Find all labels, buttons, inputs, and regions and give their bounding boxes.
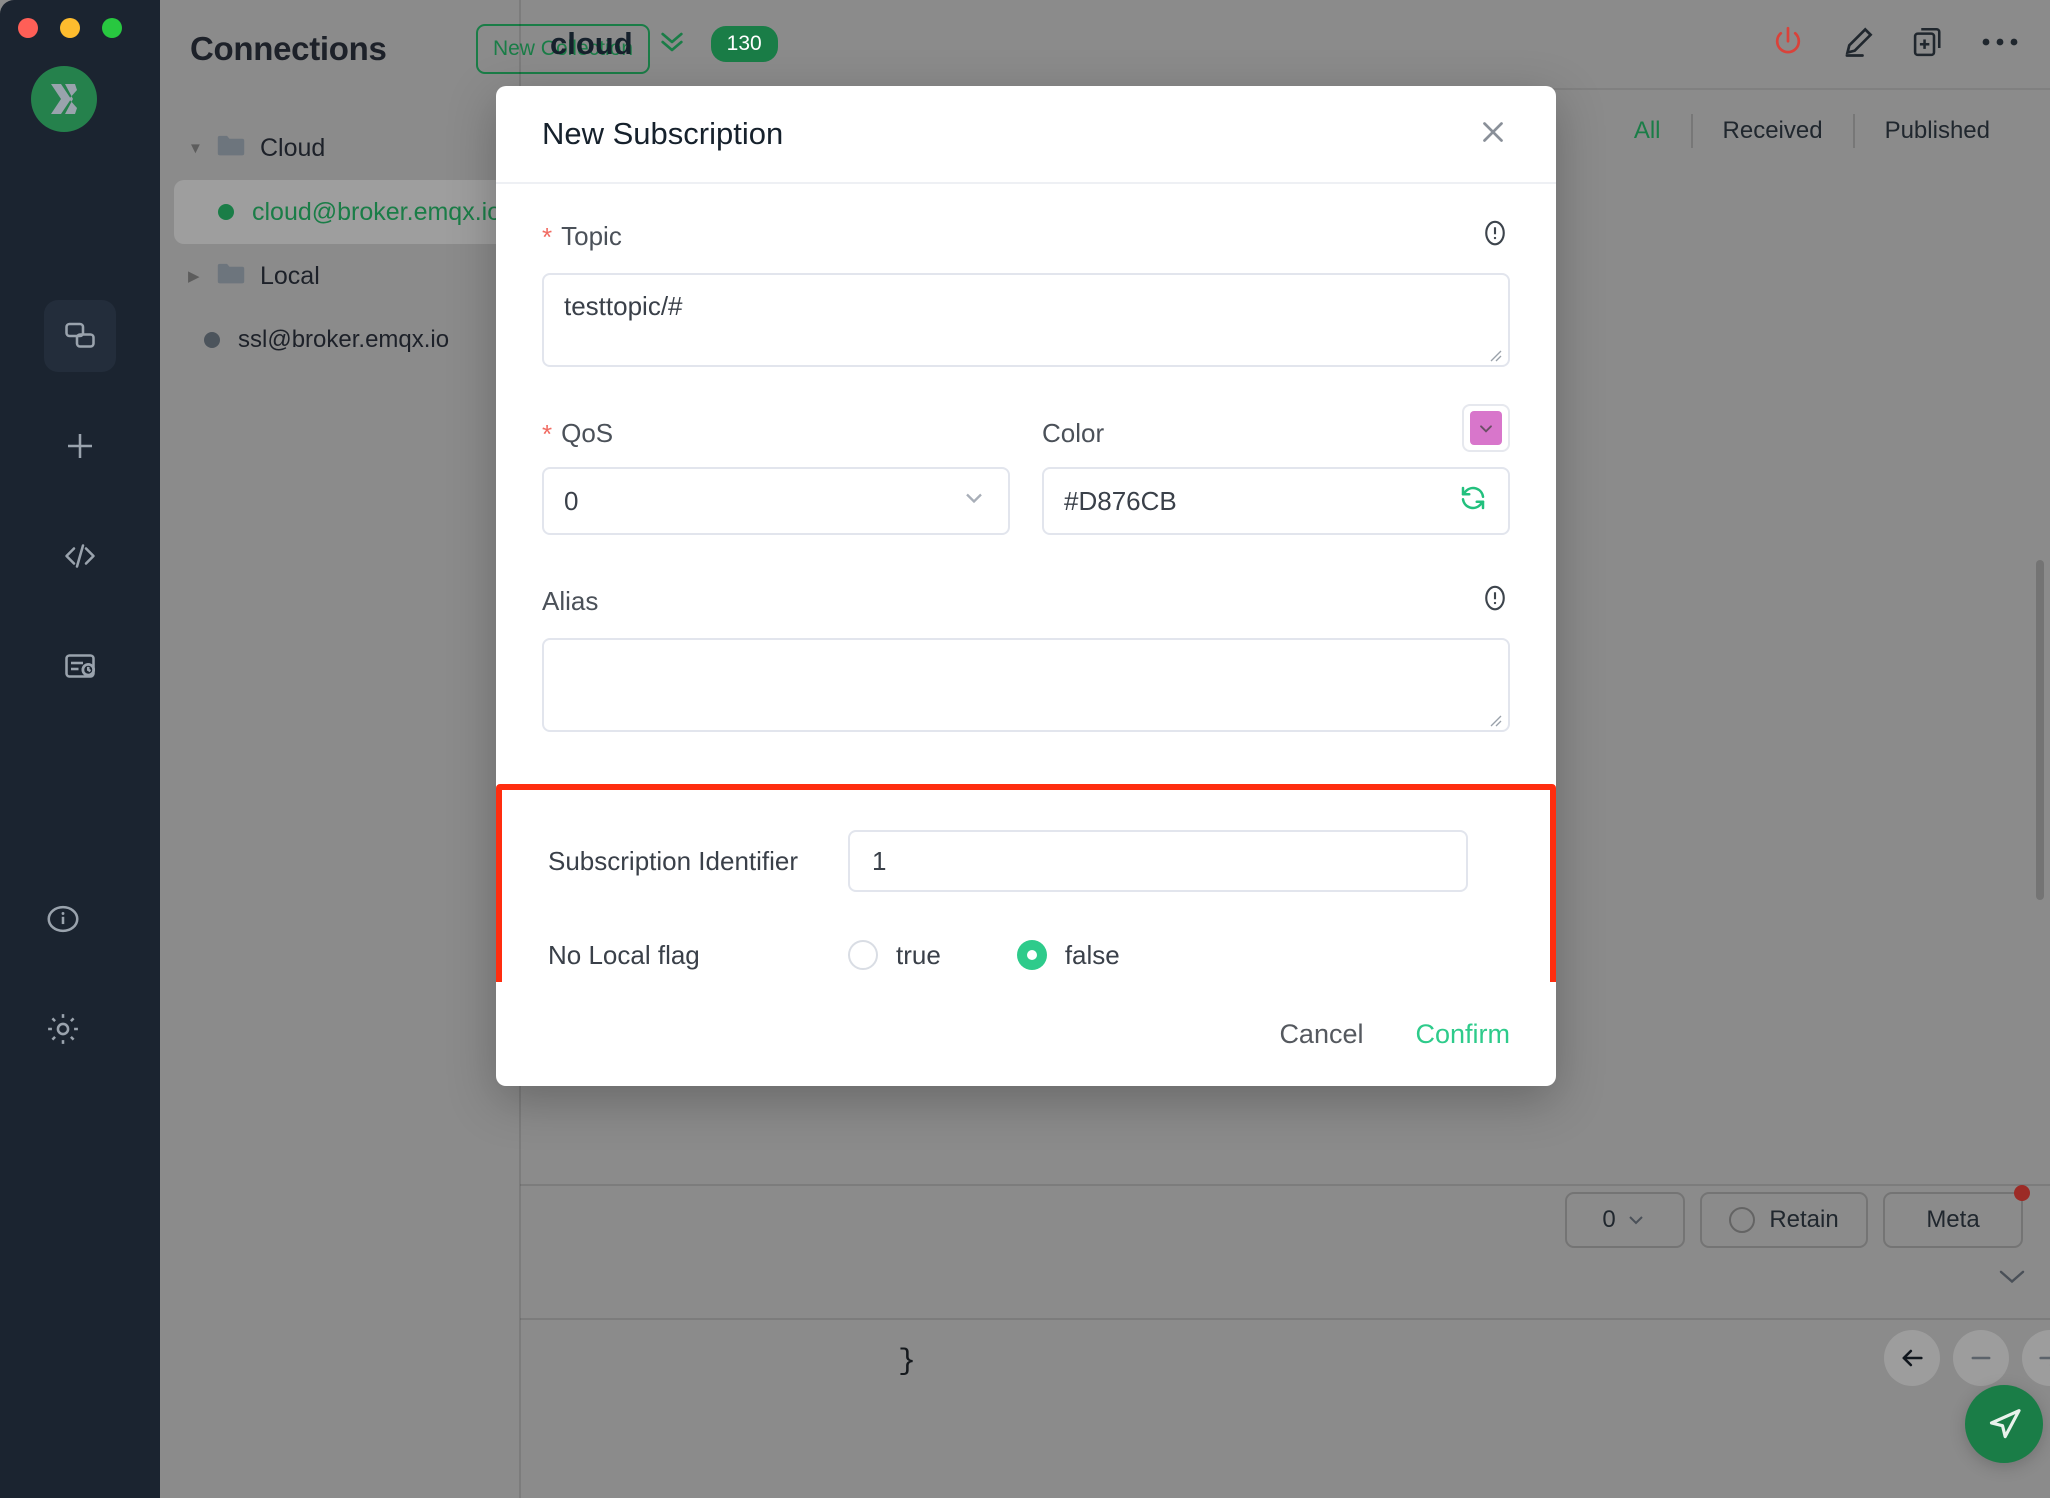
alias-label: Alias: [542, 586, 598, 617]
topic-label-row: * Topic: [542, 218, 1510, 255]
subscription-identifier-label: Subscription Identifier: [548, 846, 848, 877]
subscription-identifier-input[interactable]: 1: [848, 830, 1468, 892]
required-asterisk: *: [542, 224, 552, 250]
qos-select[interactable]: 0: [542, 467, 1010, 535]
no-local-flag-true[interactable]: true: [848, 940, 941, 971]
close-icon[interactable]: [1476, 115, 1510, 154]
radio-unselected-icon: [848, 940, 878, 970]
color-swatch-button[interactable]: [1462, 404, 1510, 452]
alias-input-wrap: [542, 620, 1510, 737]
modal-overlay: New Subscription * Topic: [0, 0, 2050, 1498]
no-local-flag-true-label: true: [896, 940, 941, 971]
qos-label-row: * QoS: [542, 418, 1010, 449]
color-field: Color #D876CB: [1042, 418, 1510, 535]
required-asterisk: *: [542, 421, 552, 447]
radio-selected-icon: [1017, 940, 1047, 970]
no-local-flag-radios: true false: [848, 940, 1120, 971]
qos-field: * QoS 0: [542, 418, 1010, 535]
info-circle-icon[interactable]: [1480, 583, 1510, 620]
confirm-button[interactable]: Confirm: [1415, 1019, 1510, 1050]
subscription-identifier-value: 1: [872, 846, 886, 877]
chevron-down-icon: [960, 484, 988, 519]
subscription-identifier-row: Subscription Identifier 1: [548, 824, 1504, 898]
topic-label: Topic: [561, 221, 622, 252]
qos-label: QoS: [561, 418, 613, 449]
no-local-flag-false[interactable]: false: [1017, 940, 1120, 971]
app-window: Connections New Collection ▼ Cloud cloud…: [0, 0, 2050, 1498]
no-local-flag-false-label: false: [1065, 940, 1120, 971]
alias-label-row: Alias: [542, 583, 1510, 620]
qos-color-row: * QoS 0 Color: [542, 418, 1510, 535]
qos-value: 0: [564, 486, 960, 517]
topic-input[interactable]: [542, 273, 1510, 367]
dialog-header: New Subscription: [496, 86, 1556, 184]
topic-input-wrap: [542, 255, 1510, 372]
color-label-row: Color: [1042, 418, 1510, 449]
alias-field: Alias: [542, 583, 1510, 737]
color-swatch-icon: [1470, 411, 1502, 445]
refresh-icon[interactable]: [1458, 483, 1488, 520]
color-hex-value: #D876CB: [1064, 486, 1458, 517]
no-local-flag-label: No Local flag: [548, 940, 848, 971]
alias-input[interactable]: [542, 638, 1510, 732]
new-subscription-dialog: New Subscription * Topic: [496, 86, 1556, 1086]
dialog-title: New Subscription: [542, 116, 783, 152]
color-label: Color: [1042, 418, 1104, 449]
mqtt5-options-highlight: Subscription Identifier 1 No Local flag …: [496, 784, 1556, 982]
info-circle-icon[interactable]: [1480, 218, 1510, 255]
dialog-body: * Topic: [496, 184, 1556, 982]
no-local-flag-row: No Local flag true false: [548, 918, 1504, 982]
cancel-button[interactable]: Cancel: [1279, 1019, 1363, 1050]
color-input[interactable]: #D876CB: [1042, 467, 1510, 535]
dialog-footer: Cancel Confirm: [496, 982, 1556, 1086]
